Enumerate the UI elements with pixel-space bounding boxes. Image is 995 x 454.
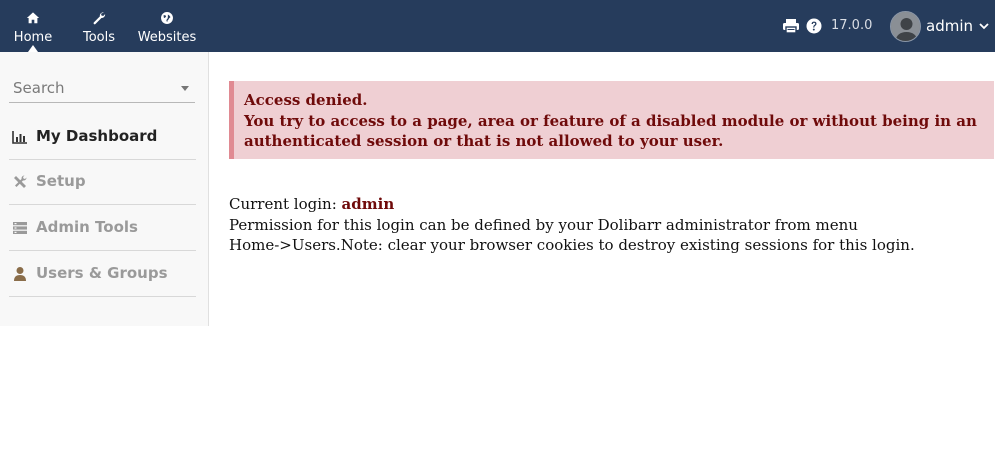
printer-icon[interactable] (782, 18, 800, 34)
sidebar-item-label: My Dashboard (36, 127, 158, 145)
sidebar-item-setup[interactable]: Setup (9, 160, 196, 205)
sidebar-item-label: Admin Tools (36, 218, 138, 236)
nav-tools-label: Tools (82, 30, 116, 45)
version-label: 17.0.0 (831, 18, 873, 33)
search-input[interactable]: Search (9, 77, 195, 103)
alert-title: Access denied. (244, 91, 368, 109)
help-icon[interactable] (806, 18, 822, 34)
sidebar-item-users-groups[interactable]: Users & Groups (9, 252, 196, 297)
sidebar-item-label: Users & Groups (36, 264, 168, 282)
active-nav-indicator (28, 45, 38, 52)
current-login-value: admin (341, 195, 395, 213)
search-placeholder: Search (13, 79, 65, 97)
sidebar: Search My Dashboard Setup Admin Tools Us… (0, 52, 209, 326)
login-info: Current login: admin Permission for this… (229, 194, 989, 256)
sidebar-item-admin-tools[interactable]: Admin Tools (9, 206, 196, 251)
globe-icon (161, 12, 173, 24)
nav-websites-label: Websites (137, 30, 197, 45)
user-icon (14, 267, 26, 281)
alert-message: You try to access to a page, area or fea… (244, 111, 977, 151)
server-icon (13, 222, 27, 234)
user-avatar[interactable] (890, 11, 921, 42)
search-dropdown-arrow-icon[interactable] (181, 86, 189, 91)
nav-home-label: Home (13, 30, 53, 45)
access-denied-alert: Access denied. You try to access to a pa… (229, 81, 994, 159)
home-icon (26, 12, 40, 24)
sidebar-item-label: Setup (36, 172, 86, 190)
avatar-silhouette-icon (891, 12, 920, 41)
permission-text-line2: Home->Users.Note: clear your browser coo… (229, 236, 915, 254)
nav-tools[interactable]: Tools (78, 0, 120, 52)
wrench-icon (93, 12, 106, 25)
top-bar: Home Tools Websites 17.0.0 admin (0, 0, 995, 52)
current-login-label: Current login: (229, 195, 337, 213)
bar-chart-icon (12, 131, 27, 144)
current-login-line: Current login: admin (229, 194, 989, 215)
tools-icon (14, 175, 27, 188)
permission-text-line1: Permission for this login can be defined… (229, 215, 858, 234)
chevron-down-icon[interactable] (979, 21, 989, 31)
nav-websites[interactable]: Websites (135, 0, 199, 52)
sidebar-item-my-dashboard[interactable]: My Dashboard (9, 115, 196, 160)
username-label[interactable]: admin (926, 17, 973, 35)
